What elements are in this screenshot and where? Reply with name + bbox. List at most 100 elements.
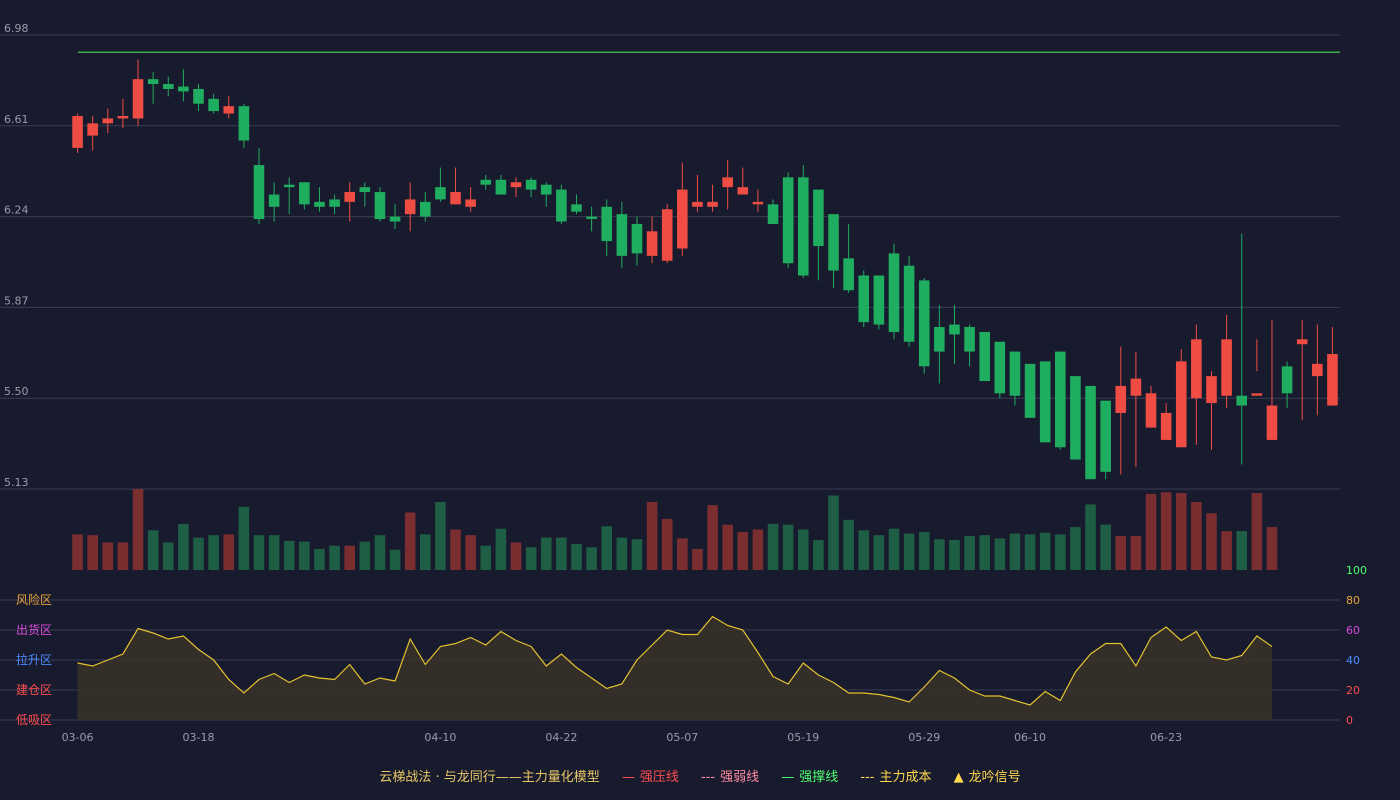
candle-body (1312, 363, 1323, 377)
legend-item-signal[interactable]: ▲ 龙吟信号 (954, 766, 1021, 785)
indicator-tick-label: 40 (1346, 654, 1360, 667)
volume-bar (828, 495, 839, 570)
candle-body (616, 214, 628, 256)
x-tick-label: 03-06 (62, 731, 94, 744)
volume-bars (72, 489, 1278, 570)
candle-body (1327, 354, 1338, 406)
volume-bar (1070, 527, 1081, 570)
candle-body (586, 216, 597, 220)
legend-mark-solid: — (781, 770, 795, 785)
legend-title: 云梯战法 · 与龙同行——主力量化模型 (379, 770, 600, 785)
price-tick-label: 5.87 (4, 294, 29, 307)
volume-bar (162, 542, 174, 570)
x-tick-label: 04-10 (424, 731, 456, 744)
candle-body (117, 115, 129, 119)
candle-body (299, 182, 310, 205)
candle-body (873, 275, 885, 325)
volume-bar (903, 533, 915, 570)
x-tick-label: 05-19 (787, 731, 819, 744)
volume-bar (616, 537, 628, 570)
volume-bar (193, 537, 204, 570)
candle-body (1281, 366, 1293, 394)
volume-bar (707, 505, 718, 570)
volume-bar (480, 545, 492, 570)
x-tick-label: 06-10 (1014, 731, 1046, 744)
volume-bar (813, 540, 824, 570)
candle-body (646, 231, 658, 256)
candle-body (752, 201, 764, 205)
volume-bar (178, 523, 189, 570)
legend-item-press-line[interactable]: — 强压线 (622, 766, 679, 785)
legend-label: 强弱线 (720, 770, 760, 785)
volume-bar (359, 541, 371, 570)
candle-body (707, 201, 718, 207)
candle-body (329, 199, 340, 207)
volume-bar (1085, 504, 1096, 570)
volume-bar (1191, 501, 1202, 570)
candle-body (1039, 361, 1051, 443)
candle-body (1221, 339, 1232, 396)
volume-bar (1055, 534, 1066, 570)
volume-bar (556, 537, 567, 570)
candle-body (1296, 339, 1308, 345)
volume-bar (1221, 531, 1232, 570)
volume-bar (571, 544, 582, 570)
candle-body (1070, 376, 1081, 460)
candle-body (571, 204, 582, 212)
candle-body (1236, 395, 1248, 406)
indicator-tick-label: 80 (1346, 594, 1360, 607)
volume-bar (601, 526, 613, 570)
candle-body (556, 189, 567, 222)
indicator-tick-label: 60 (1346, 624, 1360, 637)
x-tick-label: 05-07 (666, 731, 698, 744)
indicator-tick-label: 0 (1346, 714, 1353, 727)
legend-item-weak-line[interactable]: --- 强弱线 (701, 766, 759, 785)
x-tick-label: 03-18 (183, 731, 215, 744)
volume-bar (646, 501, 658, 570)
legend-item-support-line[interactable]: — 强撑线 (781, 766, 838, 785)
candle-body (1024, 363, 1036, 418)
volume-bar (268, 535, 280, 570)
volume-bar (631, 539, 643, 570)
candle-body (435, 187, 446, 200)
volume-bar (435, 501, 446, 570)
candle-body (132, 79, 144, 119)
zone-label: 低吸区 (16, 713, 52, 727)
legend-label: 主力成本 (879, 770, 932, 785)
candle-body (268, 194, 280, 207)
x-tick-label: 06-23 (1150, 731, 1182, 744)
volume-bar (1266, 527, 1278, 570)
candle-body (465, 199, 476, 207)
legend-label: 龙吟信号 (968, 770, 1021, 785)
candle-body (147, 79, 159, 85)
volume-bar (1175, 493, 1187, 570)
price-tick-label: 6.98 (4, 22, 29, 35)
legend-item-cost-line[interactable]: --- 主力成本 (860, 766, 931, 785)
candle-body (631, 223, 643, 254)
volume-bar (147, 530, 159, 570)
volume-bar (299, 541, 310, 570)
volume-bar (72, 534, 83, 570)
volume-bar (1009, 533, 1021, 570)
candle-body (540, 184, 552, 195)
price-tick-label: 6.61 (4, 113, 29, 126)
candle-body (979, 331, 990, 382)
candle-body (344, 192, 355, 202)
zone-label: 出货区 (16, 622, 52, 637)
legend-mark-dashed: --- (701, 770, 716, 785)
volume-bar (797, 529, 809, 570)
candle-body (510, 182, 522, 188)
volume-bar (465, 535, 476, 570)
volume-bar (87, 535, 98, 570)
candle-body (722, 177, 733, 188)
volume-bar (1039, 532, 1051, 570)
volume-bar (677, 538, 688, 570)
candlestick-chart: 6.98 6.61 6.24 5.87 5.50 5.13 100 80 60 40 20 0 风险区出… (0, 22, 1367, 744)
candle-body (404, 199, 416, 215)
candle-body (208, 98, 219, 112)
volume-bar (767, 523, 779, 570)
candle-body (1251, 393, 1263, 396)
legend-mark-dashed: --- (860, 770, 875, 785)
candle-body (102, 118, 114, 124)
volume-bar (495, 528, 507, 570)
